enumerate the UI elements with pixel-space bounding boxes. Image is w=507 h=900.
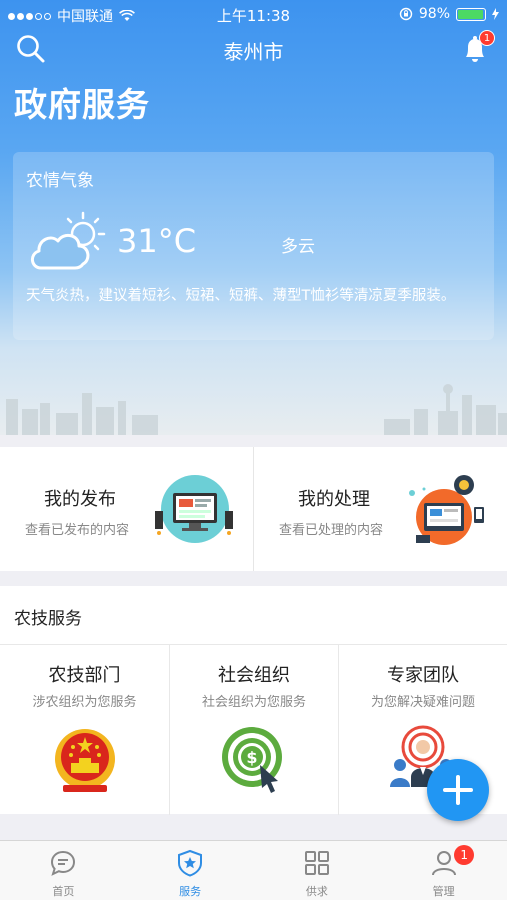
service-subtitle: 为您解决疑难问题 [370,695,475,710]
card-subtitle: 查看已发布的内容 [25,523,130,538]
city-skyline-illustration [6,384,507,435]
tab-badge: 1 [454,845,475,865]
chat-bubble-icon [51,850,76,876]
money-target-icon: $ [222,727,282,793]
card-title: 我的发布 [44,489,116,510]
rotation-lock-icon [399,7,413,21]
tab-bar: 首页 服务 供求 1 管理 [0,840,507,900]
add-button[interactable] [427,759,489,821]
my-handled-card[interactable]: 我的处理 查看已处理的内容 [253,447,506,571]
charging-icon [492,8,499,20]
tab-label: 服务 [179,885,202,898]
star-shield-icon [178,849,203,877]
service-agri-department[interactable]: 农技部门 涉农组织为您服务 [0,645,169,815]
card-title: 我的处理 [298,489,370,510]
partly-cloudy-icon [31,211,106,270]
tab-label: 管理 [432,885,455,898]
tab-services[interactable]: 服务 [127,841,254,900]
weather-advice: 天气炎热，建议着短衫、短裙、短裤、薄型T恤衫等清凉夏季服装。 [26,288,456,304]
weather-title: 农情气象 [26,171,94,191]
computer-illustration-icon [155,475,233,543]
tab-label: 首页 [52,885,75,898]
battery-icon [456,7,486,21]
city-title[interactable]: 泰州市 [0,36,507,65]
service-title: 农技部门 [48,665,121,686]
notifications-button[interactable]: 1 [457,30,495,66]
tab-manage[interactable]: 1 管理 [380,841,507,900]
tab-supply-demand[interactable]: 供求 [254,841,381,900]
status-bar: 中国联通 上午11:38 98% [0,0,507,28]
notification-badge: 1 [479,30,495,46]
grid-icon [304,851,329,875]
personal-cards: 我的发布 查看已发布的内容 我的处理 查看已处理的内容 [0,447,507,571]
tab-home[interactable]: 首页 [0,841,127,900]
national-emblem-icon [54,729,115,792]
service-title: 社会组织 [218,665,290,686]
temperature-value: 31°C [117,222,197,260]
svg-text:$: $ [246,748,257,767]
service-title: 专家团队 [387,665,459,686]
service-subtitle: 社会组织为您服务 [201,695,306,710]
weather-condition: 多云 [281,237,315,257]
plus-icon [443,775,473,805]
battery-percent: 98% [418,6,450,22]
page-title: 政府服务 [14,85,150,124]
nav-bar: 泰州市 1 [0,28,507,72]
service-social-organization[interactable]: 社会组织 社会组织为您服务 $ [169,645,338,815]
tab-label: 供求 [305,885,328,898]
status-right: 98% [399,6,499,22]
my-posts-card[interactable]: 我的发布 查看已发布的内容 [0,447,253,571]
battery-fill [458,9,484,19]
weather-card[interactable]: 农情气象 31°C 多云 天气炎热，建议着短衫、短裙、短裤、薄型T恤衫等清凉夏季… [13,152,494,340]
workflow-illustration-icon [409,475,484,545]
header-hero: 中国联通 上午11:38 98% 泰州市 1 政府服务 农情气象 31°C 多云… [0,0,507,435]
service-subtitle: 涉农组织为您服务 [32,695,137,710]
section-heading: 农技服务 [14,609,82,629]
card-subtitle: 查看已处理的内容 [279,523,384,538]
